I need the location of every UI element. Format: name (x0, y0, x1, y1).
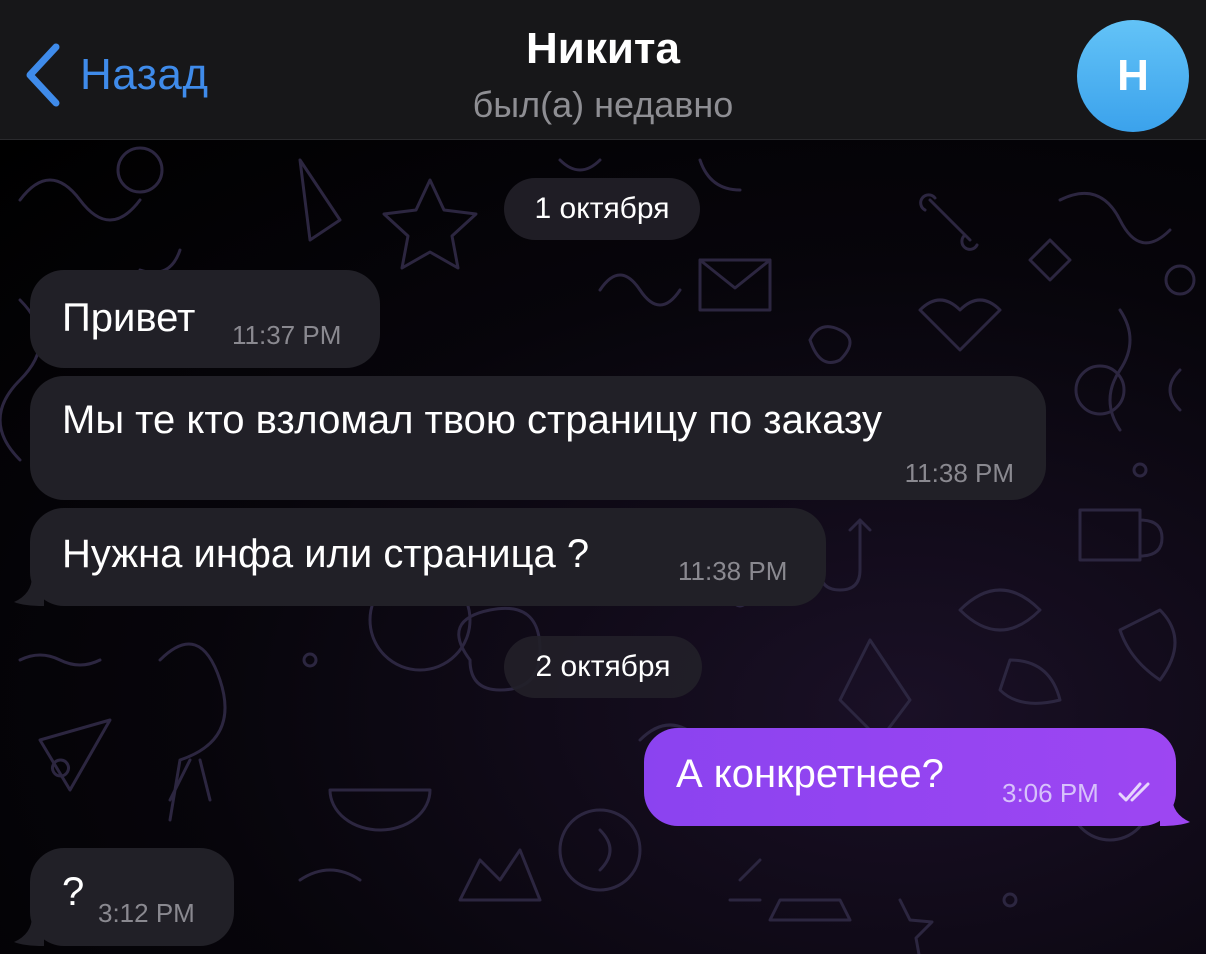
message-time: 11:37 PM (232, 320, 342, 350)
date-separator: 1 октября (504, 178, 700, 240)
contact-status: был(а) недавно (472, 84, 734, 125)
message-outgoing[interactable]: А конкретнее? 3:06 PM (644, 728, 1176, 826)
message-incoming[interactable]: ? 3:12 PM (30, 848, 234, 946)
avatar[interactable]: Н (1077, 20, 1189, 132)
message-text: Нужна инфа или страница ? (62, 532, 590, 576)
bubble-tail (14, 916, 44, 946)
date-separator: 2 октября (504, 636, 702, 698)
message-time: 3:06 PM (1002, 778, 1099, 808)
message-text: А конкретнее? (676, 752, 944, 796)
message-incoming[interactable]: Нужна инфа или страница ? 11:38 PM (30, 508, 826, 606)
message-text: Привет (62, 296, 196, 340)
message-time: 11:38 PM (678, 556, 788, 586)
message-text: ? (62, 870, 85, 914)
double-check-icon (1118, 782, 1150, 802)
bubble-tail (14, 576, 44, 606)
message-text: Мы те кто взломал твою страницу по заказ… (62, 398, 882, 442)
message-time: 11:38 PM (904, 458, 1014, 488)
bubble-tail (1160, 796, 1190, 826)
message-time: 3:12 PM (98, 898, 195, 928)
message-incoming[interactable]: Привет 11:37 PM (30, 270, 380, 368)
contact-name[interactable]: Никита (0, 24, 1206, 74)
chat-header: Назад Никита был(а) недавно Н (0, 0, 1206, 140)
message-incoming[interactable]: Мы те кто взломал твою страницу по заказ… (30, 376, 1046, 500)
